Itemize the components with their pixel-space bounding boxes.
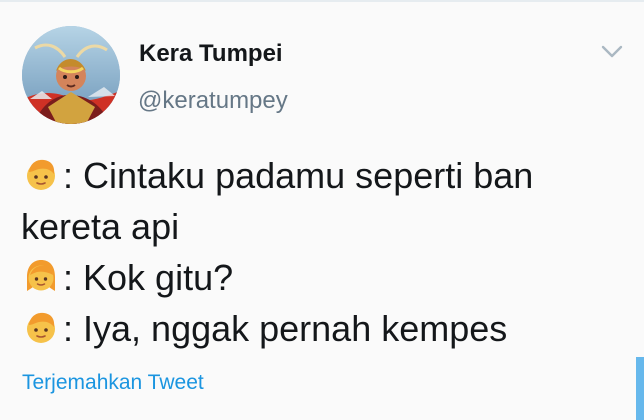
tweet-line: : Cintaku padamu seperti ban kereta api xyxy=(21,150,621,252)
username[interactable]: @keratumpey xyxy=(138,86,288,116)
display-name[interactable]: Kera Tumpei xyxy=(139,39,283,69)
speaker-separator: : xyxy=(63,257,74,298)
tweet-text: : Cintaku padamu seperti ban kereta api … xyxy=(21,150,621,354)
message-text: Cintaku padamu seperti ban kereta api xyxy=(21,155,534,247)
message-text: Kok gitu? xyxy=(73,257,234,298)
scrollbar[interactable] xyxy=(636,357,644,420)
top-divider xyxy=(0,0,644,2)
speaker-separator: : xyxy=(63,155,74,196)
message-text: Iya, nggak pernah kempes xyxy=(73,308,508,349)
boy-emoji-icon xyxy=(21,308,61,348)
tweet-line: : Kok gitu? xyxy=(21,252,621,303)
speaker-separator: : xyxy=(63,308,74,349)
chevron-down-icon[interactable] xyxy=(600,42,624,62)
monkey-king-avatar-icon xyxy=(22,26,120,124)
profile-avatar[interactable] xyxy=(22,26,120,124)
translate-tweet-link[interactable]: Terjemahkan Tweet xyxy=(22,369,204,397)
tweet-line: : Iya, nggak pernah kempes xyxy=(21,303,621,354)
boy-emoji-icon xyxy=(21,155,61,195)
tweet-card: Kera Tumpei @keratumpey : Cintaku padamu… xyxy=(0,0,644,420)
woman-emoji-icon xyxy=(21,257,61,297)
